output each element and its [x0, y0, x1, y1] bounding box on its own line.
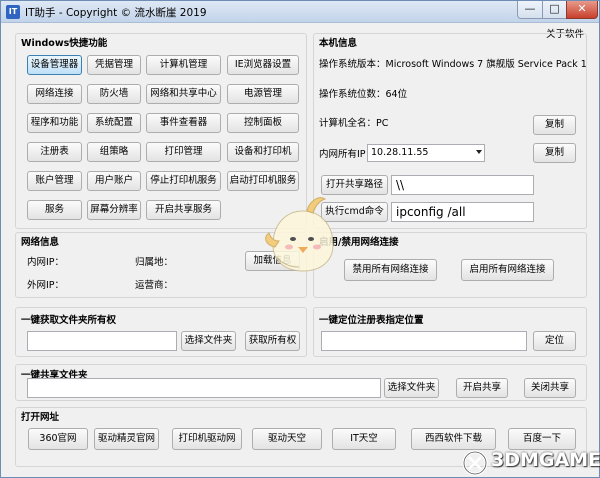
mascot-watermark-icon [265, 197, 334, 272]
copy-computer-name-button[interactable]: 复制 [533, 115, 576, 135]
shortcut-event-viewer[interactable]: 事件查看器 [146, 113, 221, 133]
isp-label: 运营商： [135, 280, 174, 291]
os-version: 操作系统版本：Microsoft Windows 7 旗舰版 Service P… [319, 59, 587, 70]
shortcut-computer-management[interactable]: 计算机管理 [146, 55, 221, 75]
shortcut-credential-manager[interactable]: 凭据管理 [87, 55, 141, 75]
shortcut-services[interactable]: 服务 [27, 200, 82, 220]
wan-ip-label: 外网IP： [27, 280, 65, 291]
shortcut-print-management[interactable]: 打印管理 [146, 142, 221, 162]
stop-share-button[interactable]: 关闭共享 [524, 378, 576, 398]
ownership-folder-input[interactable] [27, 331, 177, 351]
url-360-button[interactable]: 360官网 [28, 428, 88, 450]
shortcut-device-manager[interactable]: 设备管理器 [27, 55, 82, 75]
locate-button[interactable]: 定位 [533, 331, 576, 351]
disable-all-network-button[interactable]: 禁用所有网络连接 [344, 259, 437, 281]
url-it-sky-button[interactable]: IT天空 [332, 428, 396, 450]
app-window: IT IT助手 - Copyright © 流水断崖 2019 — □ ✕ 关于… [0, 0, 600, 478]
shortcut-user-accounts[interactable]: 用户账户 [87, 171, 141, 191]
ownership-choose-folder-button[interactable]: 选择文件夹 [181, 331, 236, 351]
registry-path-input[interactable] [321, 331, 527, 351]
shortcut-stop-print-service[interactable]: 停止打印机服务 [146, 171, 221, 191]
shortcut-programs-features[interactable]: 程序和功能 [27, 113, 82, 133]
share-choose-folder-button[interactable]: 选择文件夹 [384, 378, 439, 398]
cmd-input[interactable]: ipconfig /all [391, 202, 534, 222]
shortcut-enable-share-service[interactable]: 开启共享服务 [146, 200, 221, 220]
title-bar[interactable]: IT IT助手 - Copyright © 流水断崖 2019 — □ ✕ [1, 1, 599, 23]
url-driver-sky-button[interactable]: 驱动天空 [252, 428, 322, 450]
shortcut-account-management[interactable]: 账户管理 [27, 171, 82, 191]
shortcut-power-options[interactable]: 电源管理 [227, 84, 299, 104]
shortcut-firewall[interactable]: 防火墙 [87, 84, 141, 104]
get-ownership-button[interactable]: 获取所有权 [245, 331, 300, 351]
shortcut-devices-printers[interactable]: 设备和打印机 [227, 142, 299, 162]
shortcut-group-policy[interactable]: 组策略 [87, 142, 141, 162]
chevron-down-icon [476, 150, 482, 154]
shortcut-network-connections[interactable]: 网络连接 [27, 84, 82, 104]
shortcut-network-sharing-center[interactable]: 网络和共享中心 [146, 84, 221, 104]
shortcuts-heading: Windows快捷功能 [21, 38, 108, 49]
enable-all-network-button[interactable]: 启用所有网络连接 [461, 259, 554, 281]
start-share-button[interactable]: 开启共享 [456, 378, 508, 398]
regjump-heading: 一键定位注册表指定位置 [319, 315, 424, 326]
os-bits: 操作系统位数：64位 [319, 89, 408, 100]
shortcut-msconfig[interactable]: 系统配置 [87, 113, 141, 133]
watermark-text: 3DMGAME [491, 449, 600, 471]
share-folder-input[interactable] [27, 378, 381, 398]
shortcut-control-panel[interactable]: 控制面板 [227, 113, 299, 133]
url-drivergenius-button[interactable]: 驱动精灵官网 [94, 428, 159, 450]
urls-heading: 打开网址 [21, 412, 60, 423]
close-button[interactable]: ✕ [566, 1, 598, 19]
lan-ip-value: 10.28.11.55 [371, 147, 429, 158]
shortcut-registry[interactable]: 注册表 [27, 142, 82, 162]
lan-ip-select[interactable]: 10.28.11.55 [367, 144, 485, 162]
minimize-button[interactable]: — [517, 1, 543, 19]
maximize-button[interactable]: □ [542, 1, 567, 19]
share-path-input[interactable]: \\ [391, 175, 534, 195]
ownership-heading: 一键获取文件夹所有权 [21, 315, 117, 326]
lan-ip-info-label: 内网IP： [27, 257, 65, 268]
app-icon: IT [6, 5, 20, 19]
sysinfo-heading: 本机信息 [319, 38, 358, 49]
shortcut-screen-resolution[interactable]: 屏幕分辨率 [87, 200, 141, 220]
url-printer-driver-button[interactable]: 打印机驱动网 [172, 428, 242, 450]
netinfo-heading: 网络信息 [21, 237, 60, 248]
window-title: IT助手 - Copyright © 流水断崖 2019 [25, 7, 207, 19]
shortcut-ie-settings[interactable]: IE浏览器设置 [227, 55, 299, 75]
location-label: 归属地： [135, 257, 174, 268]
computer-name: 计算机全名：PC [319, 118, 389, 129]
copy-ip-button[interactable]: 复制 [533, 143, 576, 163]
